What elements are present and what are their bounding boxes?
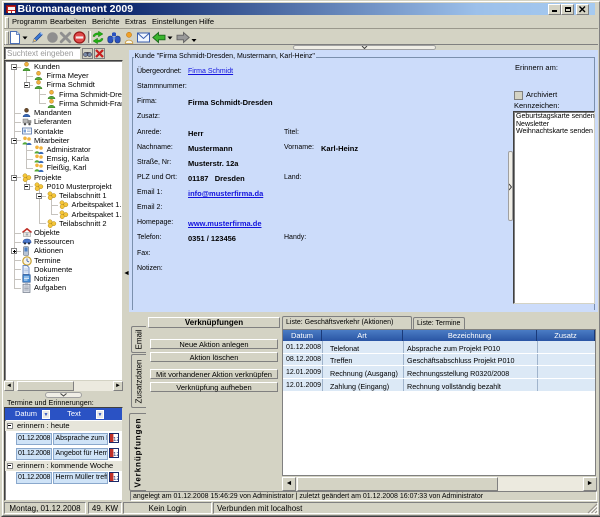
svg-text:12: 12 — [113, 476, 119, 482]
svg-text:12: 12 — [113, 437, 119, 443]
svg-text:12: 12 — [113, 452, 119, 458]
